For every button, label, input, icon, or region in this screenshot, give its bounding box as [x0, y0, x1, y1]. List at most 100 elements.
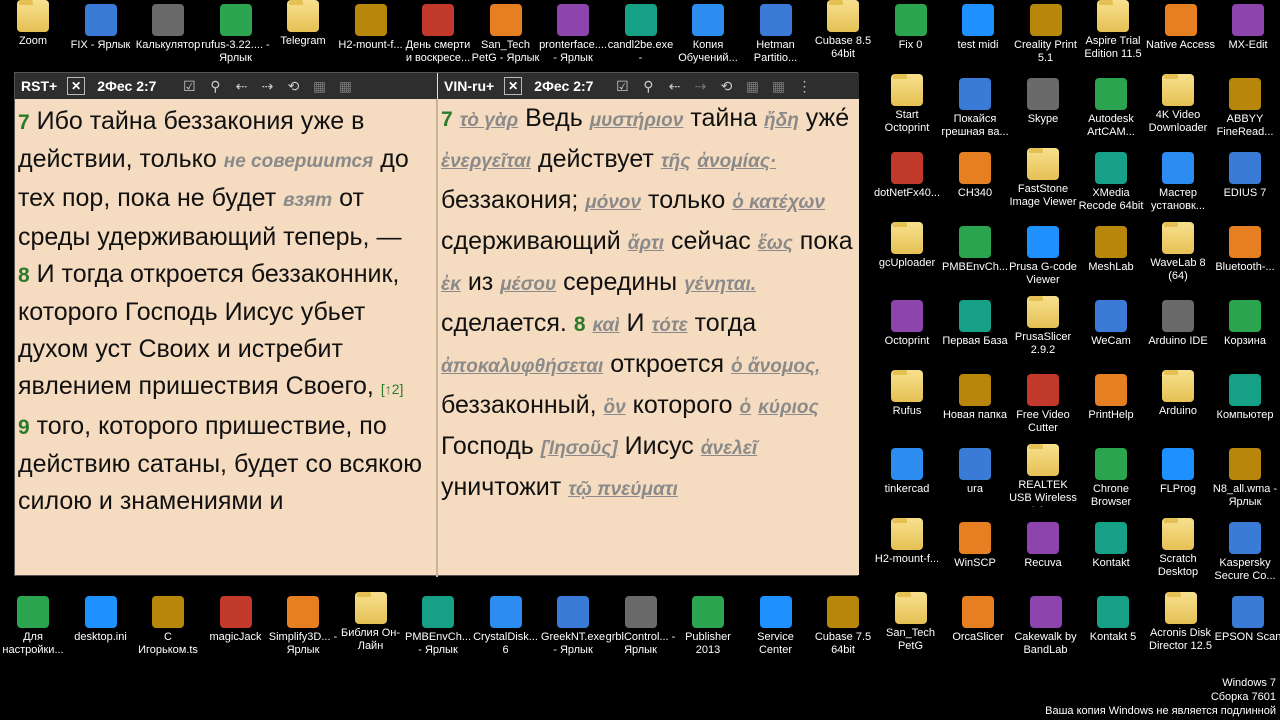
- module-selector-left[interactable]: RST+: [15, 78, 61, 94]
- desktop-icon[interactable]: 4K Video Downloader: [1143, 74, 1213, 144]
- desktop-icon[interactable]: Recuva: [1008, 518, 1078, 588]
- desktop-icon[interactable]: EPSON Scan: [1213, 592, 1280, 662]
- verse-number[interactable]: 8: [18, 264, 30, 287]
- reference-selector-left[interactable]: 2Фес 2:7: [91, 78, 162, 94]
- verse-number[interactable]: 7: [441, 108, 453, 131]
- desktop-icon[interactable]: Zoom: [0, 0, 68, 70]
- desktop-icon[interactable]: tinkercad: [872, 444, 942, 514]
- desktop-icon[interactable]: PrintHelp: [1076, 370, 1146, 440]
- desktop-icon[interactable]: Kontakt: [1076, 518, 1146, 588]
- desktop-icon[interactable]: Cubase 7.5 64bit: [808, 592, 878, 662]
- desktop-icon[interactable]: WeCam: [1076, 296, 1146, 366]
- desktop-icon[interactable]: FastStone Image Viewer: [1008, 148, 1078, 218]
- calendar-icon[interactable]: ▦: [306, 73, 332, 99]
- cross-reference-link[interactable]: [↑2]: [381, 381, 404, 397]
- desktop-icon[interactable]: pronterface.... - Ярлык: [538, 0, 608, 70]
- greek-word-link[interactable]: μέσου: [500, 274, 556, 295]
- desktop-icon[interactable]: OrcaSlicer: [943, 592, 1013, 662]
- desktop-icon[interactable]: H2-mount-f...: [872, 518, 942, 588]
- greek-word-link[interactable]: ὁ ἄνομος,: [731, 356, 820, 377]
- desktop-icon[interactable]: Start Octoprint: [872, 74, 942, 144]
- desktop-icon[interactable]: MeshLab: [1076, 222, 1146, 292]
- verse-number[interactable]: 8: [574, 313, 586, 336]
- desktop-icon[interactable]: Chrone Browser: [1076, 444, 1146, 514]
- desktop-icon[interactable]: Publisher 2013: [673, 592, 743, 662]
- desktop-icon[interactable]: Копия Обучений...: [673, 0, 743, 70]
- desktop-icon[interactable]: Skype: [1008, 74, 1078, 144]
- greek-word-link[interactable]: ἀνελεῖ: [701, 438, 757, 459]
- desktop-icon[interactable]: CH340: [940, 148, 1010, 218]
- desktop-icon[interactable]: CrystalDisk... 6: [471, 592, 541, 662]
- greek-word-link[interactable]: ἀποκαλυφθήσεται: [441, 356, 603, 377]
- desktop-icon[interactable]: EDIUS 7: [1210, 148, 1280, 218]
- desktop-icon[interactable]: FLProg: [1143, 444, 1213, 514]
- forward-arrow-icon[interactable]: ⇢: [254, 73, 280, 99]
- desktop-icon[interactable]: San_Tech PetG - Ярлык: [471, 0, 541, 70]
- desktop-icon[interactable]: Autodesk ArtCAM...: [1076, 74, 1146, 144]
- desktop-icon[interactable]: ABBYY FineRead...: [1210, 74, 1280, 144]
- calendar-icon[interactable]: ▦: [739, 73, 765, 99]
- greek-word-link[interactable]: γένηται.: [684, 274, 756, 295]
- desktop-icon[interactable]: Scratch Desktop: [1143, 518, 1213, 588]
- greek-word-link[interactable]: ἄρτι: [628, 233, 664, 254]
- desktop-icon[interactable]: Bluetooth-...: [1210, 222, 1280, 292]
- desktop-icon[interactable]: MX-Edit: [1213, 0, 1280, 70]
- history-icon[interactable]: ⟲: [280, 73, 306, 99]
- search-icon[interactable]: ⚲: [635, 73, 661, 99]
- desktop-icon[interactable]: Kontakt 5: [1078, 592, 1148, 662]
- greek-word-link[interactable]: κύριος: [758, 397, 819, 418]
- back-arrow-icon[interactable]: ⇠: [661, 73, 687, 99]
- desktop-icon[interactable]: Arduino: [1143, 370, 1213, 440]
- desktop-icon[interactable]: Fix 0: [876, 0, 946, 70]
- greek-word-link[interactable]: [Ἰησοῦς]: [541, 438, 618, 459]
- desktop-icon[interactable]: Новая папка: [940, 370, 1010, 440]
- module-selector-right[interactable]: VIN-ru+: [438, 78, 498, 94]
- greek-word-link[interactable]: μυστήριον: [590, 110, 684, 131]
- desktop-icon[interactable]: Cakewalk by BandLab: [1011, 592, 1081, 662]
- history-icon[interactable]: ⟲: [713, 73, 739, 99]
- greek-word-link[interactable]: ἤδη: [764, 110, 799, 131]
- close-icon[interactable]: ✕: [504, 77, 523, 95]
- desktop-icon[interactable]: H2-mount-f...: [336, 0, 406, 70]
- desktop-icon[interactable]: PrusaSlicer 2.9.2: [1008, 296, 1078, 366]
- desktop-icon[interactable]: Hetman Partitio...: [741, 0, 811, 70]
- search-icon[interactable]: ⚲: [202, 73, 228, 99]
- close-icon[interactable]: ✕: [67, 77, 86, 95]
- greek-word-link[interactable]: τότε: [651, 315, 687, 336]
- desktop-icon[interactable]: candl2be.exe -: [606, 0, 676, 70]
- more-menu-icon[interactable]: ⋮: [791, 73, 817, 99]
- greek-word-link[interactable]: ὃν: [604, 397, 626, 418]
- greek-word-link[interactable]: μόνον: [585, 192, 641, 213]
- greek-word-link[interactable]: ἐκ: [441, 274, 461, 295]
- desktop-icon[interactable]: San_Tech PetG: [876, 592, 946, 662]
- desktop-icon[interactable]: Free Video Cutter: [1008, 370, 1078, 440]
- desktop-icon[interactable]: Для настройки...: [0, 592, 68, 662]
- desktop-icon[interactable]: Telegram: [268, 0, 338, 70]
- desktop-icon[interactable]: Creality Print 5.1: [1011, 0, 1081, 70]
- verse-number[interactable]: 9: [18, 416, 30, 439]
- desktop-icon[interactable]: Cubase 8.5 64bit: [808, 0, 878, 70]
- desktop-icon[interactable]: ura: [940, 444, 1010, 514]
- calendar-icon[interactable]: ▦: [765, 73, 791, 99]
- checkbox-icon[interactable]: ☑: [609, 73, 635, 99]
- desktop-icon[interactable]: PMBEnvCh...: [940, 222, 1010, 292]
- desktop-icon[interactable]: Arduino IDE: [1143, 296, 1213, 366]
- desktop-icon[interactable]: Prusa G-code Viewer: [1008, 222, 1078, 292]
- desktop-icon[interactable]: REALTEK USB Wireless LA...: [1008, 444, 1078, 514]
- desktop-icon[interactable]: PMBEnvCh... - Ярлык: [403, 592, 473, 662]
- desktop-icon[interactable]: Калькулятор: [133, 0, 203, 70]
- greek-word-link[interactable]: τῷ πνεύματι: [568, 479, 678, 500]
- desktop-icon[interactable]: gcUploader: [872, 222, 942, 292]
- desktop-icon[interactable]: test midi: [943, 0, 1013, 70]
- desktop-icon[interactable]: Мастер установк...: [1143, 148, 1213, 218]
- desktop-icon[interactable]: Покайся грешная ва...: [940, 74, 1010, 144]
- checkbox-icon[interactable]: ☑: [176, 73, 202, 99]
- desktop-icon[interactable]: День смерти и воскресе...: [403, 0, 473, 70]
- desktop-icon[interactable]: rufus-3.22.... - Ярлык: [201, 0, 271, 70]
- desktop-icon[interactable]: Octoprint: [872, 296, 942, 366]
- greek-word-link[interactable]: ὁ κατέχων: [732, 192, 825, 213]
- desktop-icon[interactable]: Корзина: [1210, 296, 1280, 366]
- desktop-icon[interactable]: Rufus: [872, 370, 942, 440]
- desktop-icon[interactable]: Simplify3D... - Ярлык: [268, 592, 338, 662]
- desktop-icon[interactable]: FIX - Ярлык: [66, 0, 136, 70]
